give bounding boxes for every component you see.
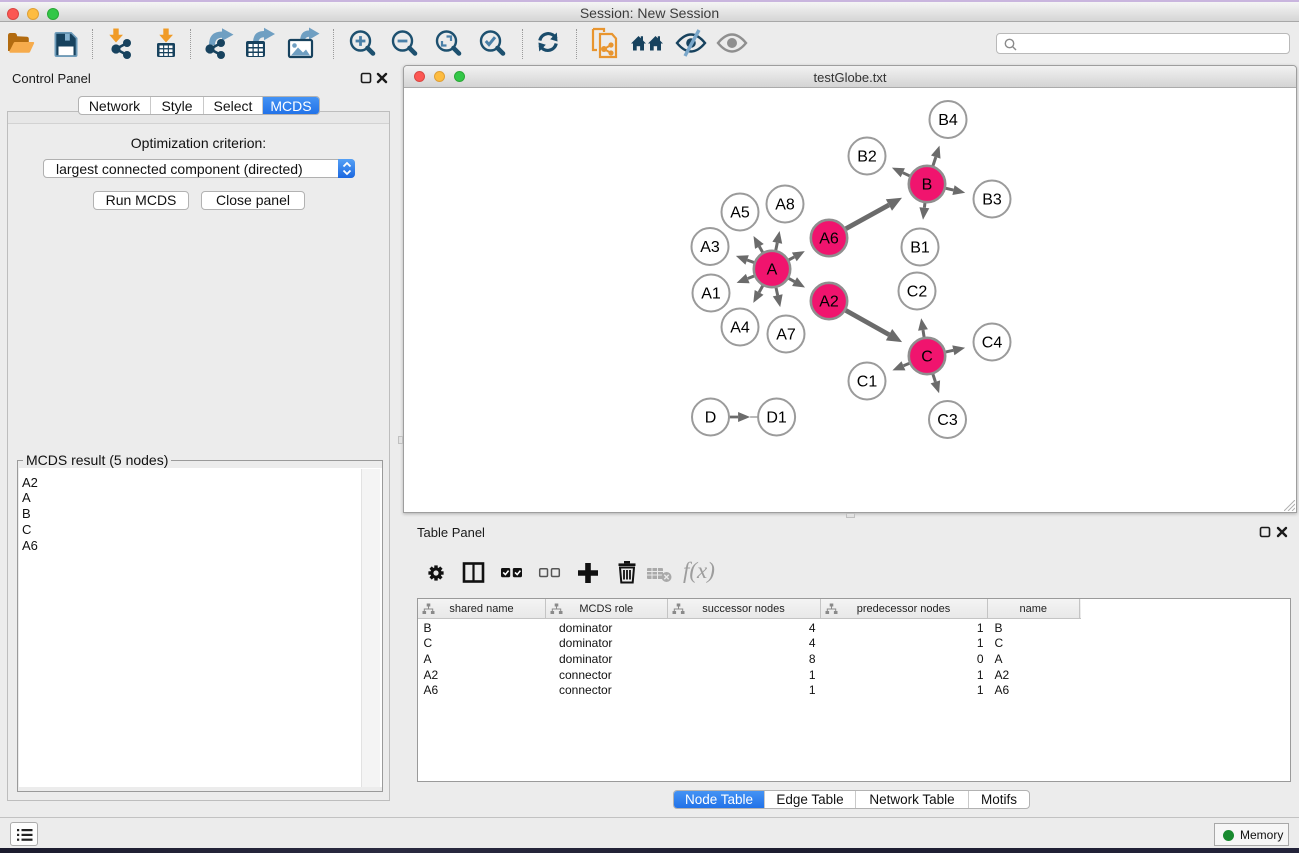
svg-text:A7: A7 bbox=[776, 327, 796, 344]
svg-text:C3: C3 bbox=[937, 412, 958, 429]
svg-text:D1: D1 bbox=[766, 410, 787, 427]
svg-text:A4: A4 bbox=[730, 320, 750, 337]
svg-text:A: A bbox=[767, 262, 778, 279]
svg-text:A5: A5 bbox=[730, 205, 750, 222]
svg-text:A3: A3 bbox=[700, 239, 720, 256]
svg-text:A2: A2 bbox=[819, 294, 839, 311]
svg-text:D: D bbox=[705, 410, 717, 427]
svg-text:B4: B4 bbox=[938, 112, 958, 129]
svg-text:A6: A6 bbox=[819, 231, 839, 248]
svg-text:B: B bbox=[922, 177, 933, 194]
svg-text:A8: A8 bbox=[775, 197, 795, 214]
svg-text:C1: C1 bbox=[857, 374, 878, 391]
svg-text:A1: A1 bbox=[701, 286, 721, 303]
svg-text:C: C bbox=[921, 349, 933, 366]
svg-text:C2: C2 bbox=[907, 284, 928, 301]
svg-text:B3: B3 bbox=[982, 192, 1002, 209]
svg-text:B2: B2 bbox=[857, 149, 877, 166]
svg-text:B1: B1 bbox=[910, 240, 930, 257]
svg-text:C4: C4 bbox=[982, 335, 1003, 352]
